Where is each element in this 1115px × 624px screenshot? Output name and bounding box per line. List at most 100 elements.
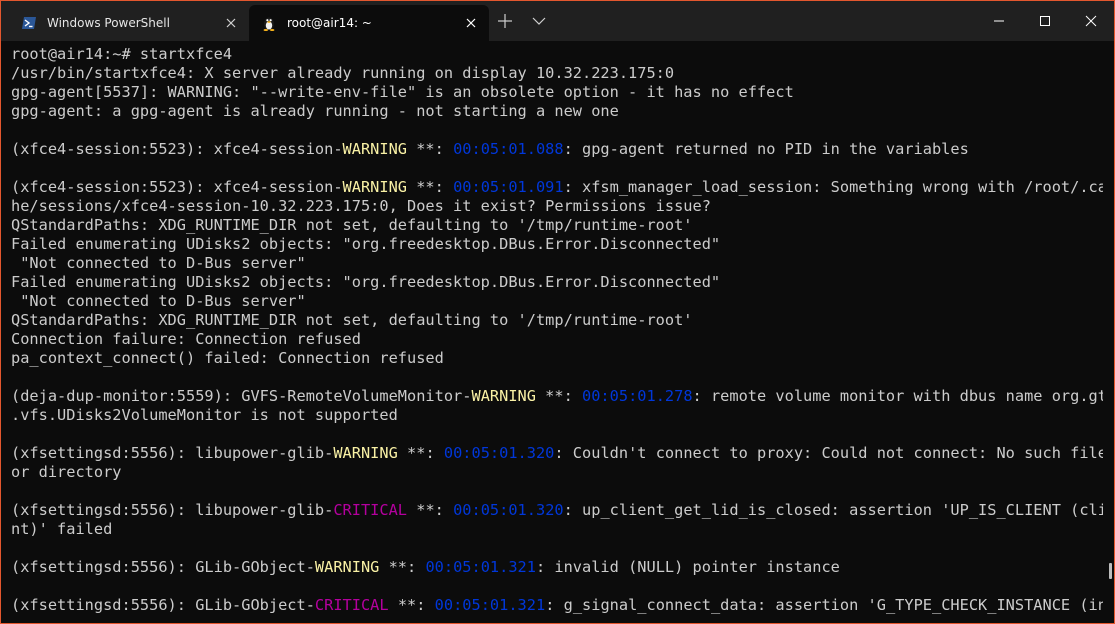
output-text: QStandardPaths: XDG_RUNTIME_DIR not set,…: [11, 311, 693, 329]
tab-root-air14[interactable]: root@air14: ~: [249, 5, 489, 41]
output-text: (xfsettingsd:5556): libupower-glib-: [11, 501, 334, 519]
output-text: (xfce4-session:5523): xfce4-session-: [11, 140, 343, 158]
terminal-window: Windows PowerShell root@air14: ~ root@ai…: [0, 0, 1115, 624]
output-text: QStandardPaths: XDG_RUNTIME_DIR not set,…: [11, 216, 693, 234]
terminal-line: (xfsettingsd:5556): GLib-GObject-CRITICA…: [11, 596, 1103, 615]
output-text: (xfce4-session:5523): xfce4-session-: [11, 178, 343, 196]
output-text: Connection failure: Connection refused: [11, 330, 361, 348]
warning-label: WARNING: [314, 558, 380, 576]
output-text: : up_client_get_lid_is_closed: assertion…: [563, 501, 1103, 519]
close-icon: [1085, 15, 1097, 27]
output-text: : xfsm_manager_load_session: Something w…: [563, 178, 1103, 196]
output-text: : gpg-agent returned no PID in the varia…: [563, 140, 969, 158]
title-bar: Windows PowerShell root@air14: ~: [1, 1, 1114, 41]
terminal-line: "Not connected to D-Bus server": [11, 254, 1103, 273]
timestamp: 00:05:01.091: [453, 178, 564, 196]
output-text: : remote volume monitor with dbus name o…: [692, 387, 1103, 405]
minimize-icon: [994, 20, 1004, 22]
timestamp: 00:05:01.088: [453, 140, 564, 158]
close-window-button[interactable]: [1068, 1, 1114, 41]
terminal-line: (xfce4-session:5523): xfce4-session-WARN…: [11, 140, 1103, 159]
output-text: (deja-dup-monitor:5559): GVFS-RemoteVolu…: [11, 387, 472, 405]
output-text: (xfsettingsd:5556): GLib-GObject-: [11, 558, 315, 576]
output-text: /usr/bin/startxfce4: X server already ru…: [11, 64, 675, 82]
close-icon[interactable]: [463, 15, 479, 31]
timestamp: 00:05:01.278: [582, 387, 693, 405]
terminal-line: /usr/bin/startxfce4: X server already ru…: [11, 64, 1103, 83]
output-text: **:: [407, 140, 454, 158]
tab-title: root@air14: ~: [287, 16, 372, 30]
tab-windows-powershell[interactable]: Windows PowerShell: [9, 5, 249, 41]
output-text: "Not connected to D-Bus server": [11, 254, 306, 272]
scrollbar-thumb[interactable]: [1109, 563, 1112, 579]
warning-label: WARNING: [471, 387, 536, 405]
terminal-line: he/sessions/xfce4-session-10.32.223.175:…: [11, 197, 1103, 216]
output-text: he/sessions/xfce4-session-10.32.223.175:…: [11, 197, 711, 215]
warning-label: WARNING: [342, 178, 408, 196]
output-text: **:: [407, 501, 454, 519]
new-tab-plus-icon[interactable]: [496, 12, 514, 30]
output-text: **:: [388, 596, 435, 614]
terminal-line: or directory: [11, 463, 1103, 482]
terminal-line: (xfsettingsd:5556): libupower-glib-CRITI…: [11, 501, 1103, 520]
terminal-line: "Not connected to D-Bus server": [11, 292, 1103, 311]
output-text: .vfs.UDisks2VolumeMonitor is not support…: [11, 406, 398, 424]
timestamp: 00:05:01.321: [425, 558, 536, 576]
terminal-line: (deja-dup-monitor:5559): GVFS-RemoteVolu…: [11, 387, 1103, 406]
terminal-line: Connection failure: Connection refused: [11, 330, 1103, 349]
output-text: (xfsettingsd:5556): libupower-glib-: [11, 444, 334, 462]
output-text: gpg-agent: a gpg-agent is already runnin…: [11, 102, 619, 120]
output-text: **:: [397, 444, 444, 462]
warning-label: WARNING: [333, 444, 398, 462]
minimize-button[interactable]: [976, 1, 1022, 41]
critical-label: CRITICAL: [333, 501, 408, 519]
output-text: Failed enumerating UDisks2 objects: "org…: [11, 273, 721, 291]
terminal-line: (xfsettingsd:5556): GLib-GObject-WARNING…: [11, 558, 1103, 577]
output-text: or directory: [11, 463, 122, 481]
output-text: : invalid (NULL) pointer instance: [535, 558, 840, 576]
terminal-line: gpg-agent: a gpg-agent is already runnin…: [11, 102, 1103, 121]
output-text: nt)' failed: [11, 520, 113, 538]
maximize-button[interactable]: [1022, 1, 1068, 41]
terminal-output[interactable]: root@air14:~# startxfce4/usr/bin/startxf…: [11, 45, 1103, 623]
timestamp: 00:05:01.320: [453, 501, 564, 519]
warning-label: WARNING: [342, 140, 408, 158]
tab-title: Windows PowerShell: [47, 16, 170, 30]
terminal-line: QStandardPaths: XDG_RUNTIME_DIR not set,…: [11, 311, 1103, 330]
chevron-down-icon[interactable]: [531, 13, 547, 29]
terminal-line: Failed enumerating UDisks2 objects: "org…: [11, 235, 1103, 254]
timestamp: 00:05:01.321: [434, 596, 546, 614]
output-text: gpg-agent[5537]: WARNING: "--write-env-f…: [11, 83, 794, 101]
critical-label: CRITICAL: [314, 596, 389, 614]
terminal-line: gpg-agent[5537]: WARNING: "--write-env-f…: [11, 83, 1103, 102]
powershell-icon: [22, 17, 36, 29]
output-text: "Not connected to D-Bus server": [11, 292, 306, 310]
terminal-line: nt)' failed: [11, 520, 1103, 539]
terminal-line: QStandardPaths: XDG_RUNTIME_DIR not set,…: [11, 216, 1103, 235]
terminal-line: Failed enumerating UDisks2 objects: "org…: [11, 273, 1103, 292]
terminal-line: pa_context_connect() failed: Connection …: [11, 349, 1103, 368]
output-text: Failed enumerating UDisks2 objects: "org…: [11, 235, 721, 253]
output-text: root@air14:~# startxfce4: [11, 45, 233, 63]
output-text: (xfsettingsd:5556): GLib-GObject-: [11, 596, 315, 614]
output-text: : g_signal_connect_data: assertion 'G_TY…: [545, 596, 1103, 614]
close-icon[interactable]: [223, 15, 239, 31]
output-text: pa_context_connect() failed: Connection …: [11, 349, 444, 367]
linux-tux-icon: [263, 17, 275, 31]
output-text: **:: [535, 387, 583, 405]
output-text: **:: [379, 558, 426, 576]
output-text: : Couldn't connect to proxy: Could not c…: [554, 444, 1103, 462]
timestamp: 00:05:01.320: [443, 444, 555, 462]
terminal-line: .vfs.UDisks2VolumeMonitor is not support…: [11, 406, 1103, 425]
terminal-line: root@air14:~# startxfce4: [11, 45, 1103, 64]
output-text: **:: [407, 178, 454, 196]
terminal-line: (xfce4-session:5523): xfce4-session-WARN…: [11, 178, 1103, 197]
terminal-line: (xfsettingsd:5556): libupower-glib-WARNI…: [11, 444, 1103, 463]
